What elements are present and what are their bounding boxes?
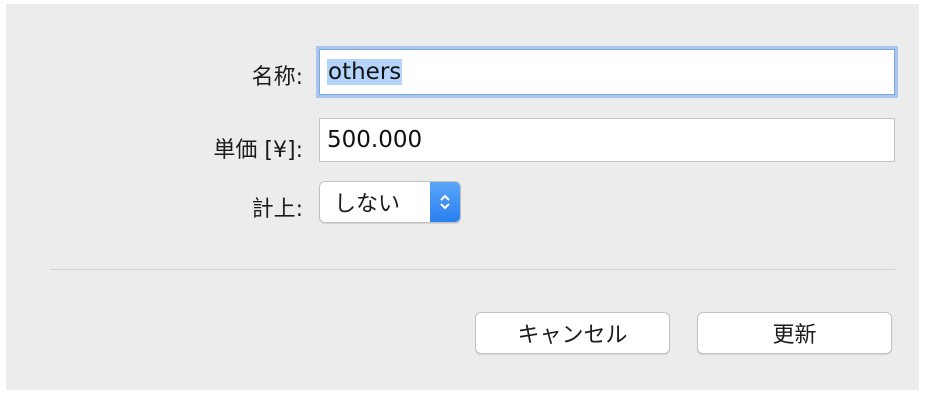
accrue-label: 計上: [251, 197, 303, 222]
name-field-value: others [327, 59, 403, 85]
name-field[interactable]: others [319, 49, 895, 95]
cancel-button[interactable]: キャンセル [475, 312, 670, 354]
accrue-select[interactable]: しない [319, 181, 461, 223]
update-button[interactable]: 更新 [697, 312, 892, 354]
name-label: 名称: [251, 65, 303, 90]
accrue-select-value: しない [334, 192, 401, 217]
price-field[interactable]: 500.000 [319, 118, 895, 162]
up-down-chevron-icon [430, 182, 460, 222]
divider [50, 269, 895, 270]
price-label: 単価 [¥]: [213, 138, 303, 163]
price-field-value: 500.000 [327, 127, 423, 153]
edit-item-dialog: 名称: others 単価 [¥]: 500.000 計上: しない キャンセル… [6, 4, 919, 390]
